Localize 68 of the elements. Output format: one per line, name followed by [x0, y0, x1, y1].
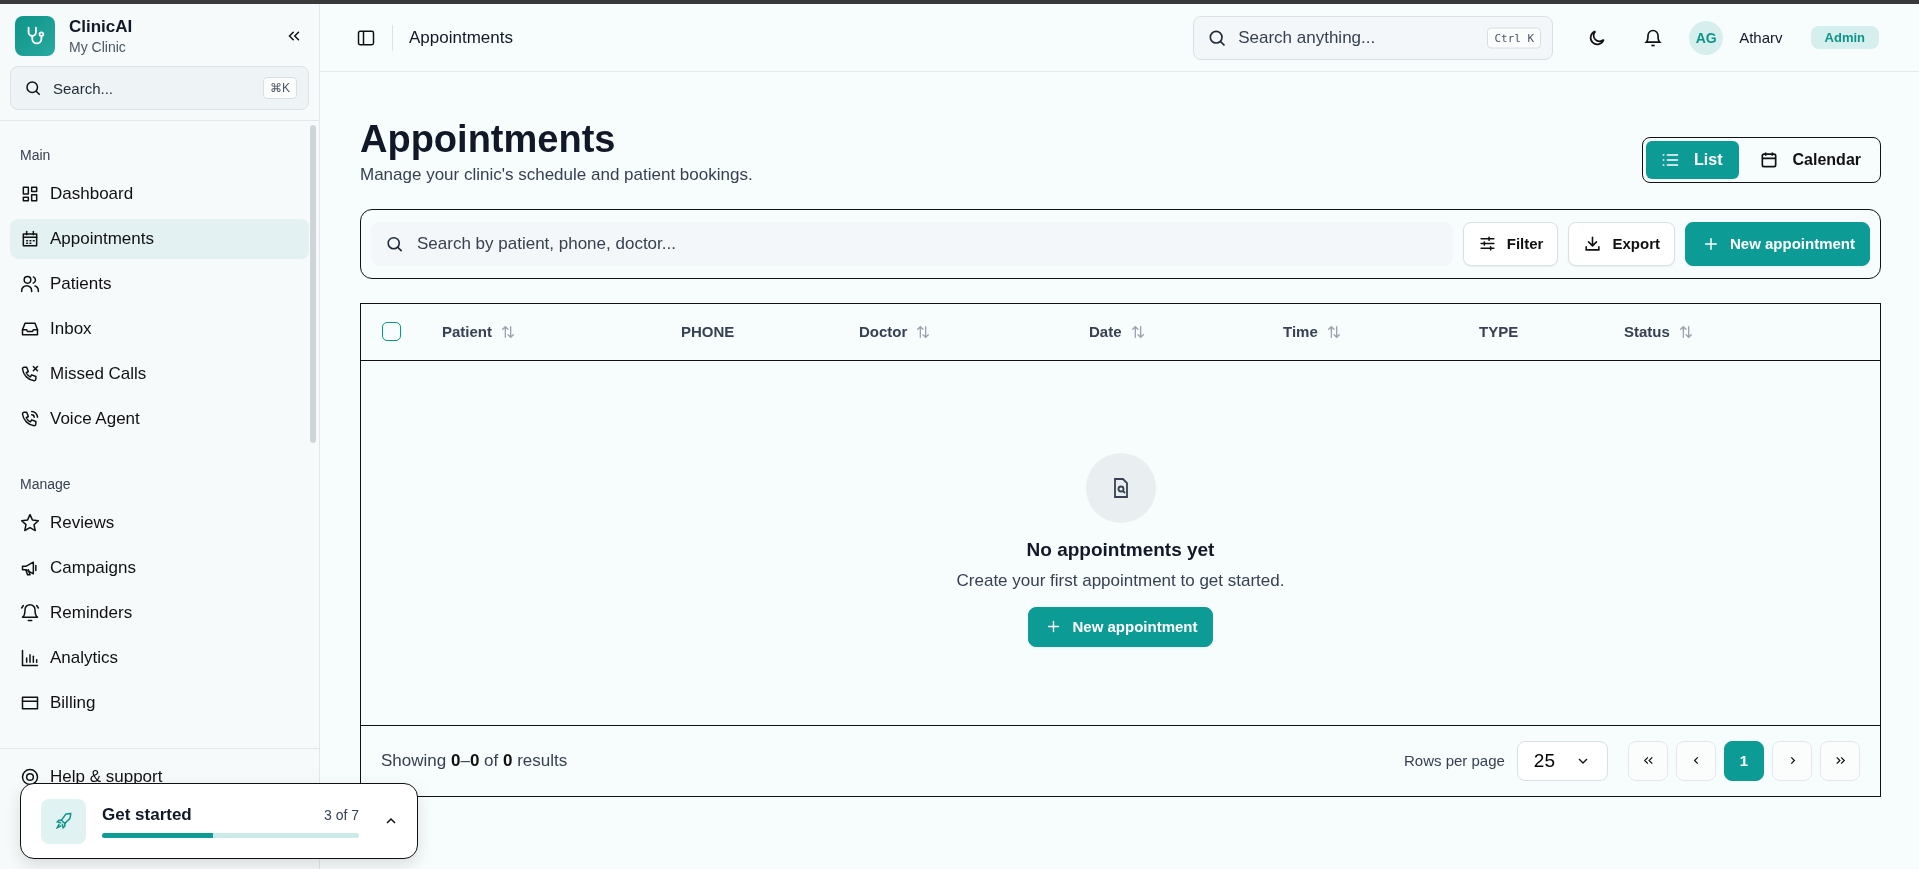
shortcut-key: Ctrl K — [1487, 27, 1542, 48]
rocket-icon — [41, 798, 86, 844]
sidebar-item[interactable]: Dashboard — [10, 174, 309, 214]
page-breadcrumb: Appointments — [409, 27, 513, 48]
search-icon — [385, 234, 404, 254]
empty-state-title: No appointments yet — [1026, 538, 1215, 561]
bar-chart-icon — [20, 648, 40, 668]
bell-icon — [20, 603, 40, 623]
get-started-title: Get started — [102, 804, 192, 825]
sidebar-item[interactable]: Inbox — [10, 309, 309, 349]
select-all-checkbox[interactable] — [382, 322, 401, 342]
role-badge: Admin — [1810, 26, 1879, 49]
search-icon — [24, 79, 42, 97]
sort-icon[interactable] — [915, 323, 932, 340]
page-subtitle: Manage your clinic's schedule and patient bookings. — [360, 164, 753, 185]
brand-subtitle: My Clinic — [69, 39, 127, 55]
last-page-button[interactable] — [1820, 740, 1860, 781]
column-header: Patient — [442, 323, 492, 341]
sort-icon[interactable] — [1129, 323, 1146, 340]
users-icon — [20, 274, 40, 294]
sidebar-item[interactable]: Missed Calls — [10, 354, 309, 394]
sidebar-item[interactable]: Reviews — [10, 503, 309, 543]
filter-button[interactable]: Filter — [1462, 221, 1559, 266]
column-header: Date — [1089, 323, 1122, 341]
bell-icon[interactable] — [1643, 27, 1664, 48]
get-started-toast[interactable]: Get started 3 of 7 — [20, 783, 418, 859]
logo-icon — [15, 16, 55, 56]
brand-name: ClinicAI — [69, 17, 134, 37]
sidebar-item[interactable]: Campaigns — [10, 548, 309, 588]
progress-count: 3 of 7 — [323, 806, 359, 823]
grid-icon — [20, 184, 40, 204]
export-button[interactable]: Export — [1568, 221, 1675, 266]
column-header: Status — [1624, 323, 1670, 341]
star-icon — [20, 513, 40, 533]
shortcut-key: ⌘K — [263, 77, 297, 99]
rows-per-page-select[interactable]: 25 — [1516, 740, 1608, 781]
empty-state-message: Create your first appointment to get started. — [956, 570, 1285, 591]
results-summary: Showing 0–0 of 0 results — [381, 750, 568, 771]
sort-icon[interactable] — [1325, 323, 1342, 340]
sidebar-item[interactable]: Patients — [10, 264, 309, 304]
column-header: Time — [1283, 323, 1318, 341]
sliders-icon — [1477, 234, 1497, 254]
sort-icon[interactable] — [500, 323, 516, 340]
calendar-icon — [20, 229, 40, 249]
section-heading: Manage — [19, 475, 72, 494]
column-header: TYPE — [1479, 323, 1519, 341]
card-icon — [20, 693, 40, 713]
page-title: Appointments — [360, 119, 617, 161]
sort-icon[interactable] — [1677, 323, 1694, 340]
lifebuoy-icon — [20, 767, 40, 787]
phone-missed-icon — [20, 364, 40, 384]
user-name: Atharv — [1739, 29, 1783, 46]
phone-icon — [20, 409, 40, 429]
section-heading: Main — [19, 146, 52, 165]
first-page-button[interactable] — [1628, 740, 1668, 781]
view-tab[interactable]: Calendar — [1742, 140, 1877, 179]
sidebar-item[interactable]: Appointments — [10, 219, 309, 259]
inbox-icon — [20, 319, 40, 339]
download-icon — [1583, 234, 1603, 254]
megaphone-icon — [20, 558, 40, 578]
sidebar-item[interactable]: Billing — [10, 683, 309, 723]
column-header: PHONE — [681, 323, 735, 341]
search-field[interactable]: Search by patient, phone, doctor... — [371, 221, 1453, 266]
sidebar-item[interactable]: Analytics — [10, 638, 309, 678]
sidebar-item[interactable]: Reminders — [10, 593, 309, 633]
column-header: Doctor — [859, 323, 908, 341]
rows-per-page-label: Rows per page — [1403, 752, 1505, 770]
sidebar-item[interactable]: Voice Agent — [10, 399, 309, 439]
